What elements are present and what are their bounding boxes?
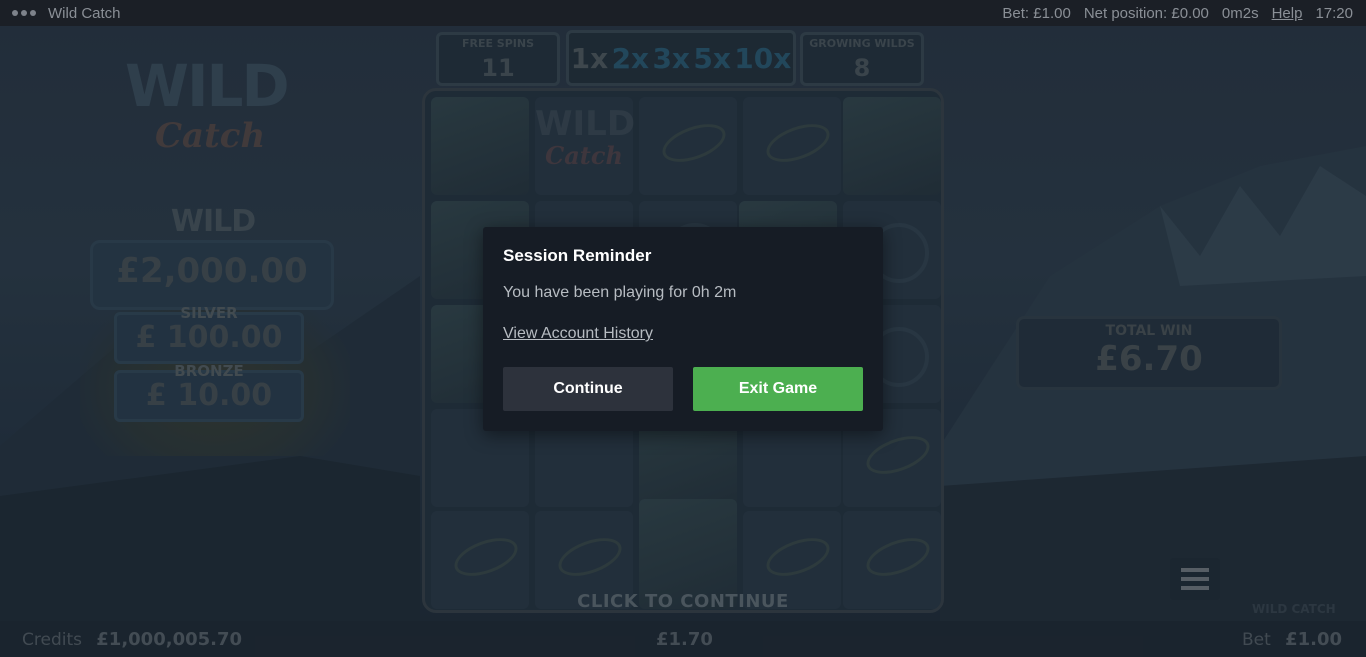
dialog-title: Session Reminder xyxy=(503,246,652,265)
help-link[interactable]: Help xyxy=(1272,5,1303,22)
dialog-message: You have been playing for 0h 2m xyxy=(503,284,737,301)
top-bar: Wild Catch Bet: £1.00 Net position: £0.0… xyxy=(0,0,1366,26)
session-reminder-dialog: Session Reminder You have been playing f… xyxy=(483,227,883,431)
exit-game-button[interactable]: Exit Game xyxy=(693,367,863,411)
clock: 17:20 xyxy=(1315,4,1353,22)
bet-indicator: Bet: £1.00 xyxy=(1002,4,1071,22)
continue-button[interactable]: Continue xyxy=(503,367,673,411)
game-title: Wild Catch xyxy=(48,4,121,22)
net-position: Net position: £0.00 xyxy=(1083,4,1209,22)
session-timer: 0m2s xyxy=(1221,4,1259,22)
more-options-icon[interactable] xyxy=(12,10,36,16)
view-account-history-link[interactable]: View Account History xyxy=(503,325,653,343)
